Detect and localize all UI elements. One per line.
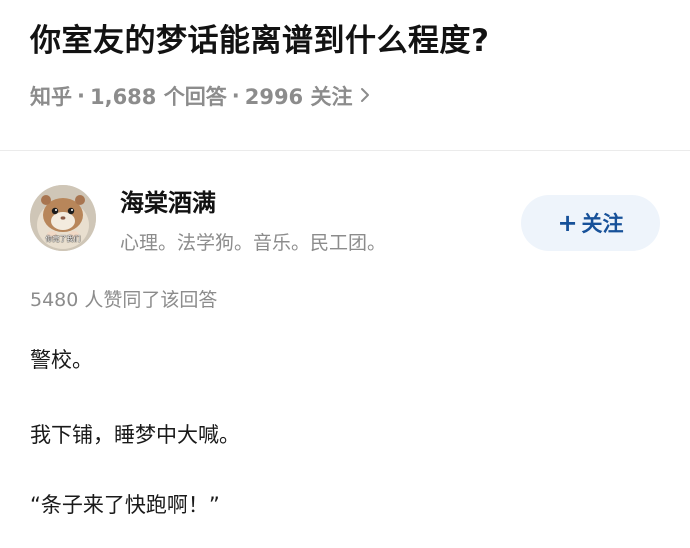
avatar-caption: 你完了我们: [45, 235, 81, 243]
answer-paragraph: “条子来了快跑啊！”: [30, 493, 220, 517]
question-meta[interactable]: 知乎 · 1,688 个回答 · 2996 关注: [30, 76, 370, 116]
author-name[interactable]: 海棠酒满: [120, 186, 216, 220]
answers-count: 1,688 个回答: [89, 85, 227, 109]
section-divider: [0, 150, 690, 151]
follow-button[interactable]: + 关注: [521, 195, 660, 251]
chevron-right-icon[interactable]: [360, 84, 370, 108]
plus-icon: +: [557, 209, 578, 237]
upvote-count: 5480 人赞同了该回答: [30, 289, 218, 311]
answer-paragraph: 我下铺，睡梦中大喊。: [30, 423, 240, 447]
meta-separator: ·: [77, 84, 85, 108]
author-bio: 心理。法学狗。音乐。民工团。: [120, 232, 387, 254]
followers-count: 2996 关注: [244, 85, 353, 109]
author-avatar[interactable]: 你完了我们: [30, 185, 96, 251]
answer-paragraph: 警校。: [30, 348, 93, 372]
question-header: 你室友的梦话能离谱到什么程度? 知乎 · 1,688 个回答 · 2996 关注: [0, 0, 690, 148]
question-title[interactable]: 你室友的梦话能离谱到什么程度?: [30, 14, 489, 68]
follow-button-label: 关注: [581, 212, 624, 236]
source-label: 知乎: [30, 85, 72, 109]
meta-separator: ·: [231, 84, 240, 108]
